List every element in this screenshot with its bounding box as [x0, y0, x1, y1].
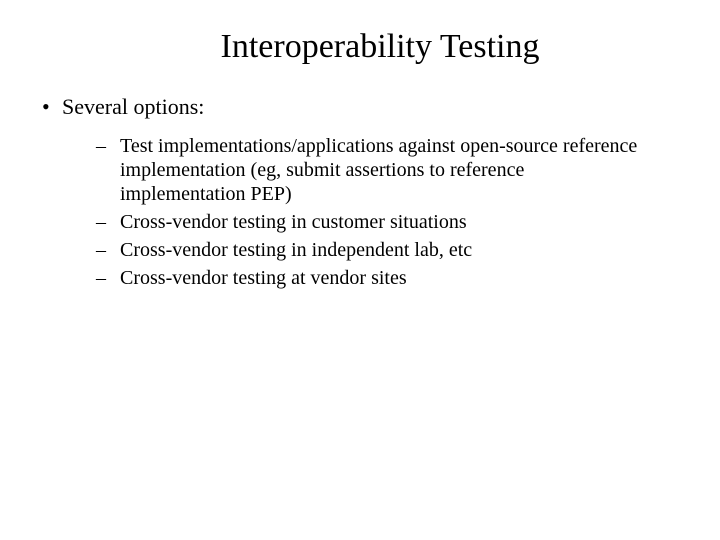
- bullet-level2: Cross-vendor testing at vendor sites: [120, 266, 650, 290]
- bullet-level2: Cross-vendor testing in customer situati…: [120, 210, 650, 234]
- bullet-level2: Test implementations/applications agains…: [120, 134, 650, 206]
- bullet-level2-text: Test implementations/applications agains…: [120, 135, 637, 205]
- bullet-level2-text: Cross-vendor testing in independent lab,…: [120, 239, 472, 261]
- bullet-level1: Several options:: [62, 94, 680, 120]
- bullet-level2-text: Cross-vendor testing at vendor sites: [120, 267, 407, 289]
- slide-title: Interoperability Testing: [80, 28, 680, 66]
- bullet-level2: Cross-vendor testing in independent lab,…: [120, 238, 650, 262]
- bullet-level1-text: Several options:: [62, 94, 204, 119]
- bullet-level2-text: Cross-vendor testing in customer situati…: [120, 211, 467, 233]
